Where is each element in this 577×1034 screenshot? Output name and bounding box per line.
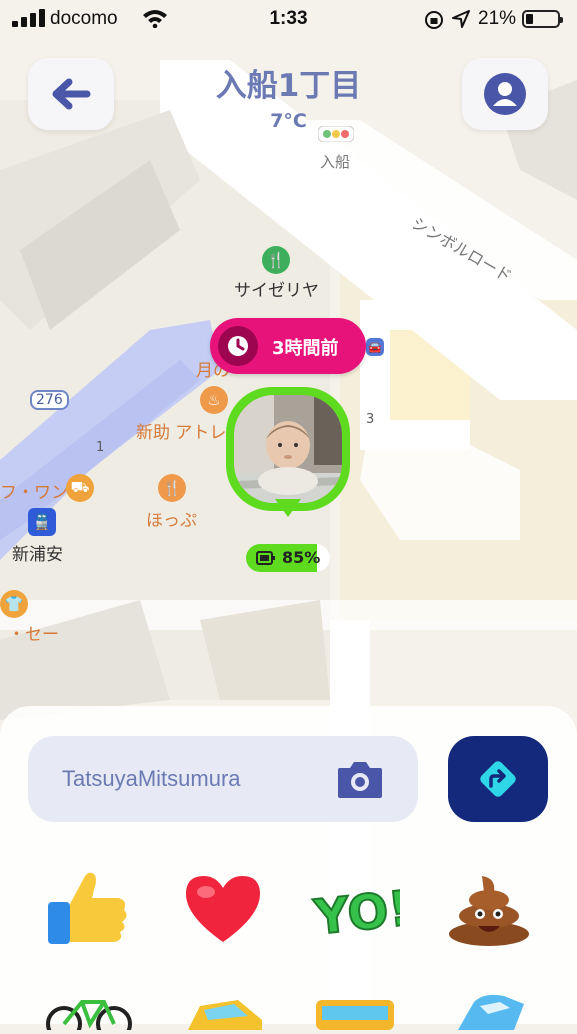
heart-stamp[interactable] [178, 868, 268, 948]
map-label-one: 1 [96, 440, 105, 455]
thumbs-up-stamp[interactable] [44, 868, 134, 948]
clothing-poi-icon[interactable]: 👕 [0, 590, 28, 618]
send-location-button[interactable] [448, 736, 548, 822]
friend-battery-badge: 85% [246, 544, 330, 572]
friend-battery-percent: 85% [282, 548, 321, 567]
restaurant-poi-icon[interactable]: 🍴 [262, 246, 290, 274]
parking-poi-icon[interactable]: 🚘 [366, 338, 384, 356]
bicycle-stamp[interactable] [44, 990, 134, 1034]
car-stamp[interactable] [178, 990, 268, 1030]
bicycle-icon [46, 1000, 132, 1034]
svg-text:YO!: YO! [311, 880, 400, 946]
bus-stamp[interactable] [310, 990, 400, 1030]
direction-icon [480, 761, 516, 797]
map-label-station[interactable]: 新浦安 [12, 540, 63, 565]
recipient-field[interactable]: TatsuyaMitsumura [28, 736, 418, 822]
basket-poi-icon[interactable]: ⛟ [66, 474, 94, 502]
yo-stamp[interactable]: YO! [310, 868, 414, 948]
battery-percent: 21% [478, 8, 517, 29]
recipient-name: TatsuyaMitsumura [62, 766, 241, 791]
friend-location-pin[interactable] [226, 387, 350, 517]
shopping-poi-icon[interactable]: ♨ [200, 386, 228, 414]
fork-knife-poi-icon[interactable]: 🍴 [158, 474, 186, 502]
traffic-light-icon [318, 126, 354, 142]
status-bar: docomo 1:33 21% [0, 0, 577, 38]
heart-icon [186, 876, 260, 942]
train-icon [458, 994, 524, 1030]
route-shield: 276 [30, 390, 69, 410]
friend-avatar-photo [234, 395, 342, 503]
yo-icon: YO! [310, 879, 414, 947]
battery-icon [522, 10, 563, 28]
map-label-wan[interactable]: フ・ワン [0, 478, 68, 503]
rotation-lock-icon [425, 11, 443, 29]
map-label-atre[interactable]: 新助 アトレ [136, 418, 226, 443]
train-station-icon[interactable]: 🚆 [28, 508, 56, 536]
user-icon [484, 73, 526, 115]
train-stamp[interactable] [444, 990, 534, 1030]
location-arrow-icon [452, 10, 470, 28]
poop-stamp[interactable] [444, 868, 534, 948]
camera-icon[interactable] [336, 758, 384, 800]
map-label-se[interactable]: ・セー [8, 620, 59, 645]
battery-small-icon [256, 551, 275, 565]
last-updated-badge: 3時間前 [210, 318, 366, 374]
elapsed-time: 3時間前 [272, 338, 339, 359]
clock-icon [218, 326, 258, 366]
poop-icon [449, 876, 529, 946]
car-icon [188, 1000, 262, 1030]
profile-button[interactable] [462, 58, 548, 130]
thumbs-up-icon [48, 872, 127, 944]
map-label-saizeriya[interactable]: サイゼリヤ [234, 276, 319, 301]
map-label-crossing: 入船 [316, 150, 355, 173]
bus-icon [316, 1000, 394, 1030]
map-label-hoppu[interactable]: ほっぷ [146, 506, 197, 531]
map-label-three: 3 [366, 412, 375, 427]
